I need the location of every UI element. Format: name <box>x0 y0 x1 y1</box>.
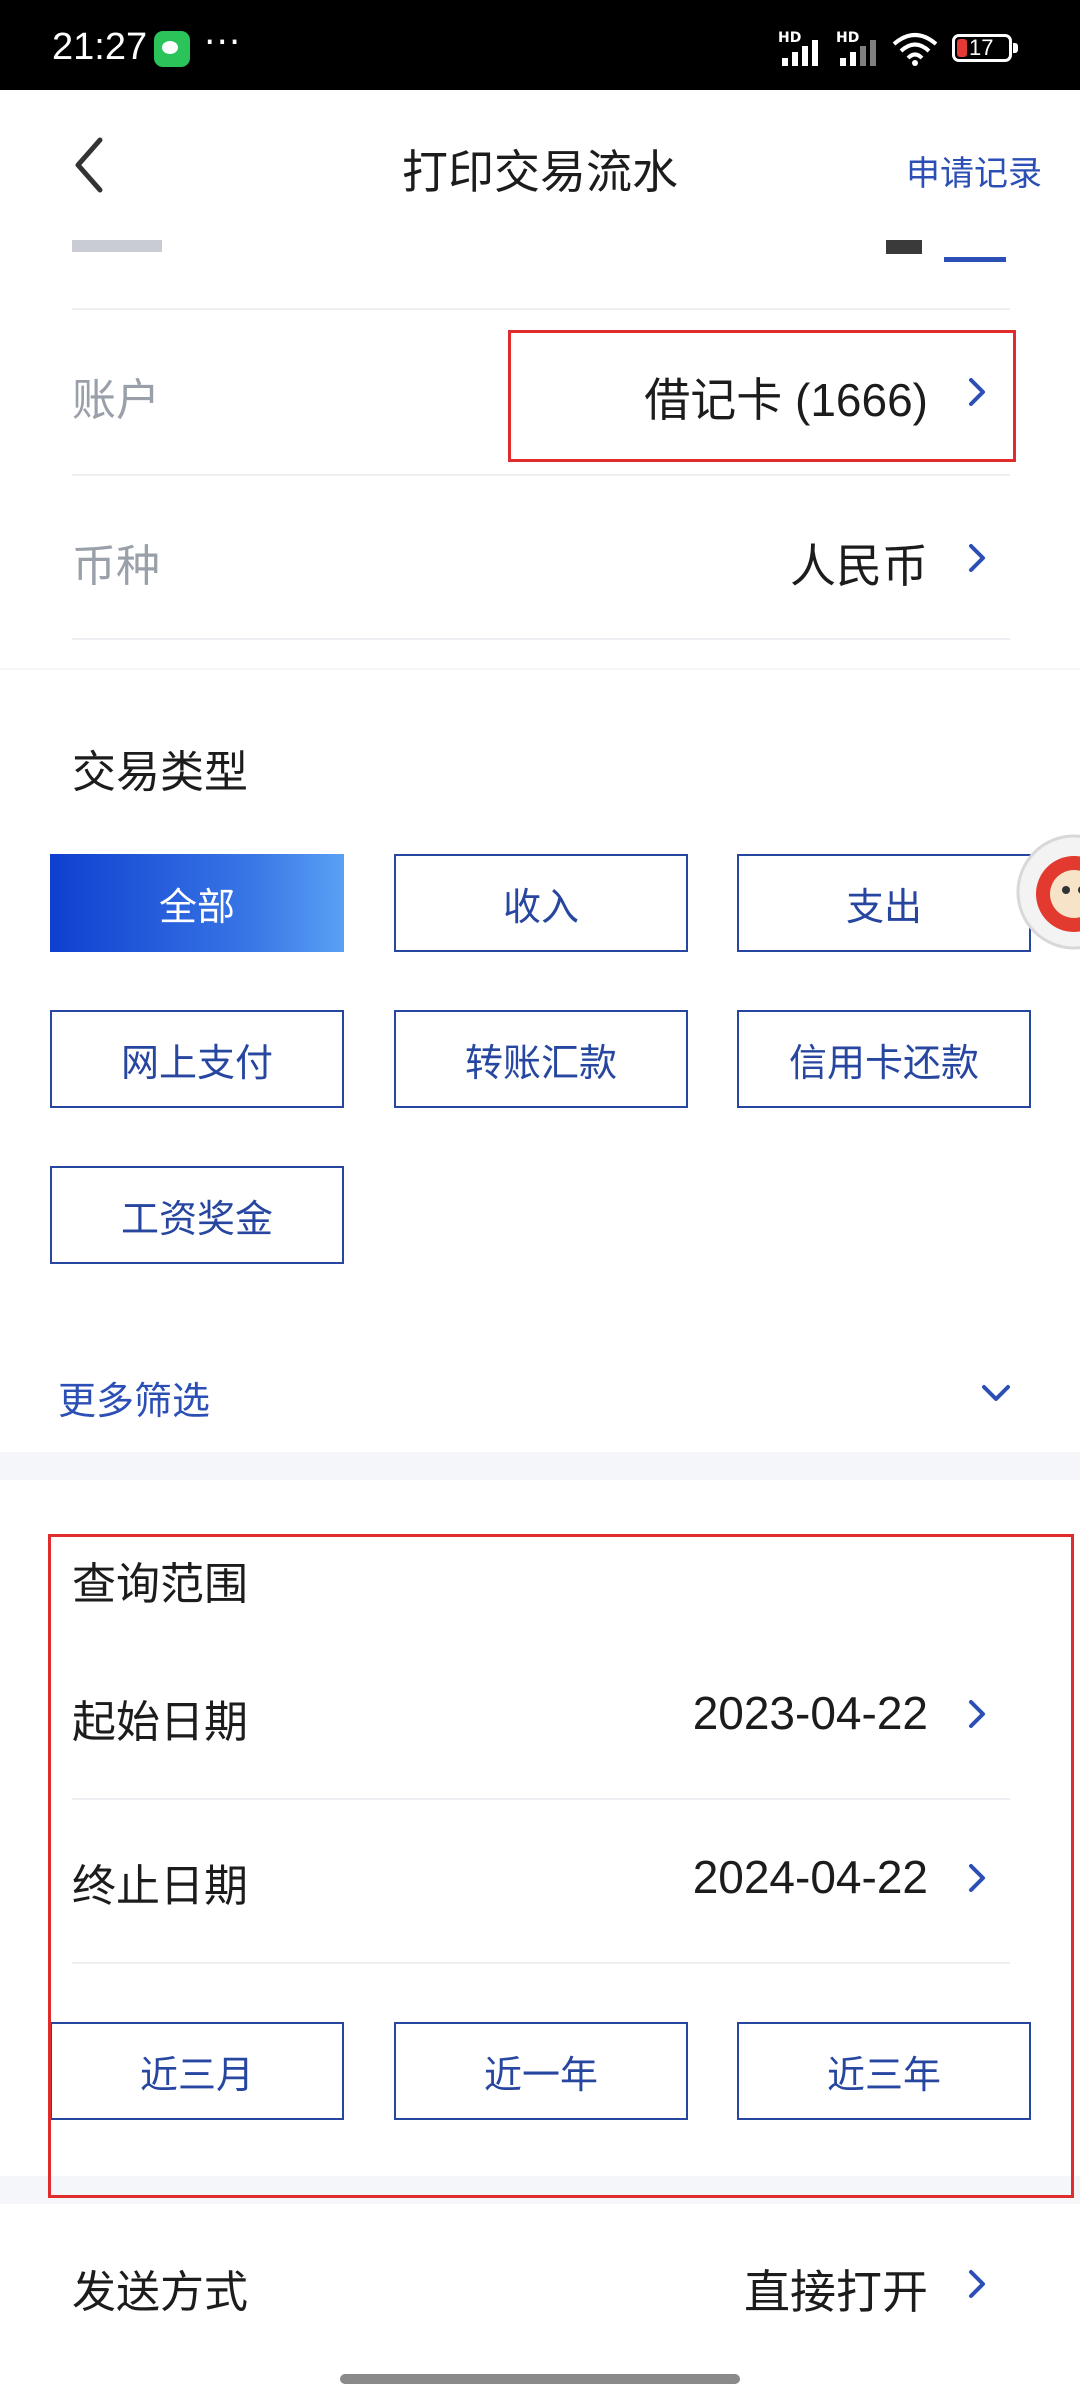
type-chip-all[interactable]: 全部 <box>50 854 344 952</box>
delivery-label: 发送方式 <box>72 2267 248 2318</box>
currency-label: 币种 <box>72 541 160 592</box>
battery-icon: 17 <box>952 34 1018 62</box>
delivery-value: 直接打开 <box>744 2266 928 2318</box>
highlight-box-query-range <box>48 1534 1074 2198</box>
divider <box>72 638 1010 640</box>
divider <box>72 308 1010 310</box>
currency-row[interactable]: 币种 人民币 <box>72 478 1010 641</box>
chevron-down-icon[interactable] <box>976 1378 1016 1408</box>
type-chip-online-payment[interactable]: 网上支付 <box>50 1010 344 1108</box>
signal-icon-2 <box>840 38 886 66</box>
signal-icon <box>782 38 828 66</box>
currency-value: 人民币 <box>790 540 928 592</box>
chevron-right-icon <box>969 2270 985 2298</box>
transaction-type-section: 交易类型 全部 收入 支出 网上支付 转账汇款 信用卡还款 工资奖金 更多筛选 <box>0 670 1080 1452</box>
clipped-grid-icon <box>886 240 922 254</box>
type-chip-expense[interactable]: 支出 <box>737 854 1031 952</box>
type-chip-income[interactable]: 收入 <box>394 854 688 952</box>
nav-bar: 打印交易流水 申请记录 <box>0 90 1080 240</box>
home-indicator[interactable] <box>340 2374 740 2384</box>
section-title: 交易类型 <box>72 747 248 798</box>
clipped-calendar-icon <box>944 240 1006 262</box>
type-chip-credit-repayment[interactable]: 信用卡还款 <box>737 1010 1031 1108</box>
highlight-box-account <box>508 330 1016 462</box>
battery-level: 17 <box>969 35 994 60</box>
more-notifications-icon: ··· <box>204 22 242 63</box>
divider <box>72 474 1010 476</box>
delivery-row[interactable]: 发送方式 直接打开 <box>72 2204 1010 2367</box>
type-chip-transfer[interactable]: 转账汇款 <box>394 1010 688 1108</box>
type-chip-salary[interactable]: 工资奖金 <box>50 1166 344 1264</box>
floating-assistant-icon[interactable] <box>1014 822 1080 962</box>
clipped-row-label <box>72 240 162 252</box>
apply-records-link[interactable]: 申请记录 <box>906 146 1042 195</box>
status-bar: 21:27 ··· HD HD 17 <box>0 0 1080 90</box>
more-filter-link[interactable]: 更多筛选 <box>58 1370 210 1425</box>
wifi-icon <box>892 33 938 66</box>
chevron-right-icon <box>969 544 985 572</box>
wechat-icon <box>154 31 190 67</box>
account-label: 账户 <box>72 375 160 426</box>
status-time: 21:27 <box>52 26 148 68</box>
